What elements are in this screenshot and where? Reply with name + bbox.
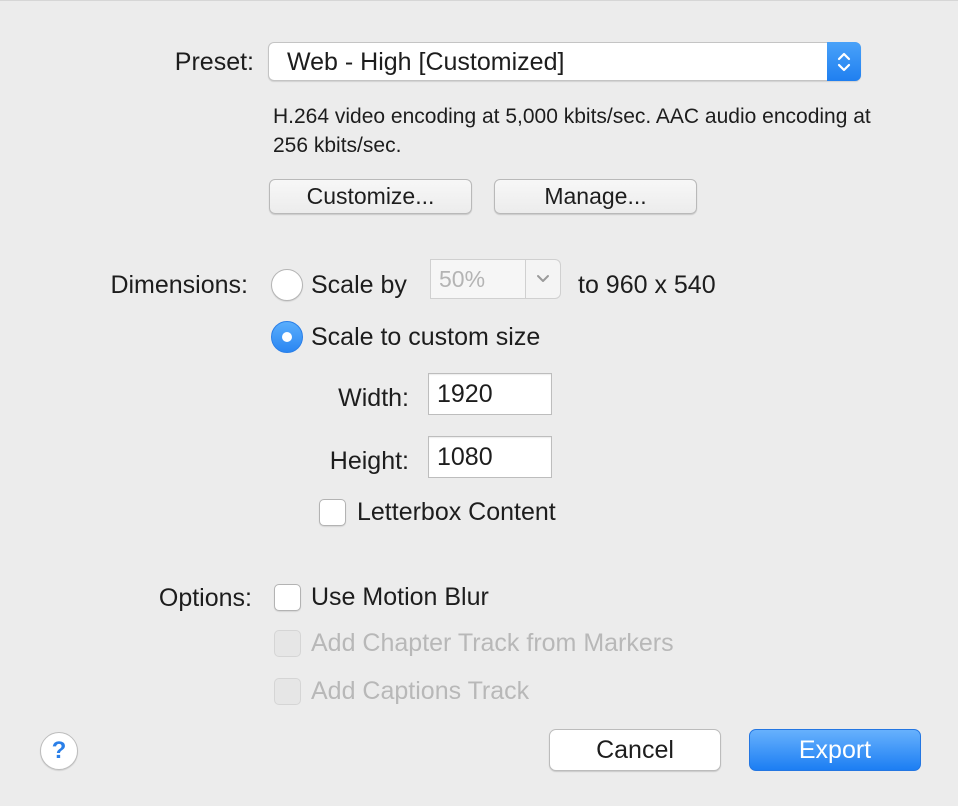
manage-button[interactable]: Manage... [494,179,697,214]
letterbox-label: Letterbox Content [357,498,556,526]
height-label: Height: [329,447,409,475]
motion-blur-label: Use Motion Blur [311,583,489,611]
width-label: Width: [338,384,409,412]
chapter-track-label: Add Chapter Track from Markers [311,629,674,657]
dimensions-label: Dimensions: [110,271,248,299]
preset-popup[interactable]: Web - High [Customized] [268,42,861,81]
radio-dot [282,332,292,342]
customize-button[interactable]: Customize... [269,179,472,214]
motion-blur-checkbox[interactable] [274,584,301,611]
preset-popup-value: Web - High [Customized] [287,48,565,76]
chevron-updown-icon [827,42,861,81]
height-field[interactable]: 1080 [428,436,552,478]
export-button[interactable]: Export [749,729,921,771]
export-dialog: Preset: Web - High [Customized] H.264 vi… [0,0,958,806]
scale-by-result: to 960 x 540 [578,271,716,299]
help-button[interactable]: ? [40,732,78,770]
captions-track-checkbox [274,678,301,705]
preset-description: H.264 video encoding at 5,000 kbits/sec.… [273,105,871,157]
chevron-down-icon[interactable] [526,259,561,299]
custom-size-label: Scale to custom size [311,323,541,351]
chapter-track-checkbox [274,630,301,657]
custom-size-radio[interactable] [271,321,303,353]
options-label: Options: [158,584,252,612]
scale-by-radio[interactable] [271,269,303,301]
cancel-button[interactable]: Cancel [549,729,721,771]
preset-label: Preset: [174,48,254,76]
captions-track-label: Add Captions Track [311,677,530,705]
scale-by-combo[interactable]: 50% [430,259,561,299]
scale-by-value: 50% [430,259,526,299]
scale-by-label: Scale by [311,271,407,299]
letterbox-checkbox[interactable] [319,499,346,526]
width-field[interactable]: 1920 [428,373,552,415]
